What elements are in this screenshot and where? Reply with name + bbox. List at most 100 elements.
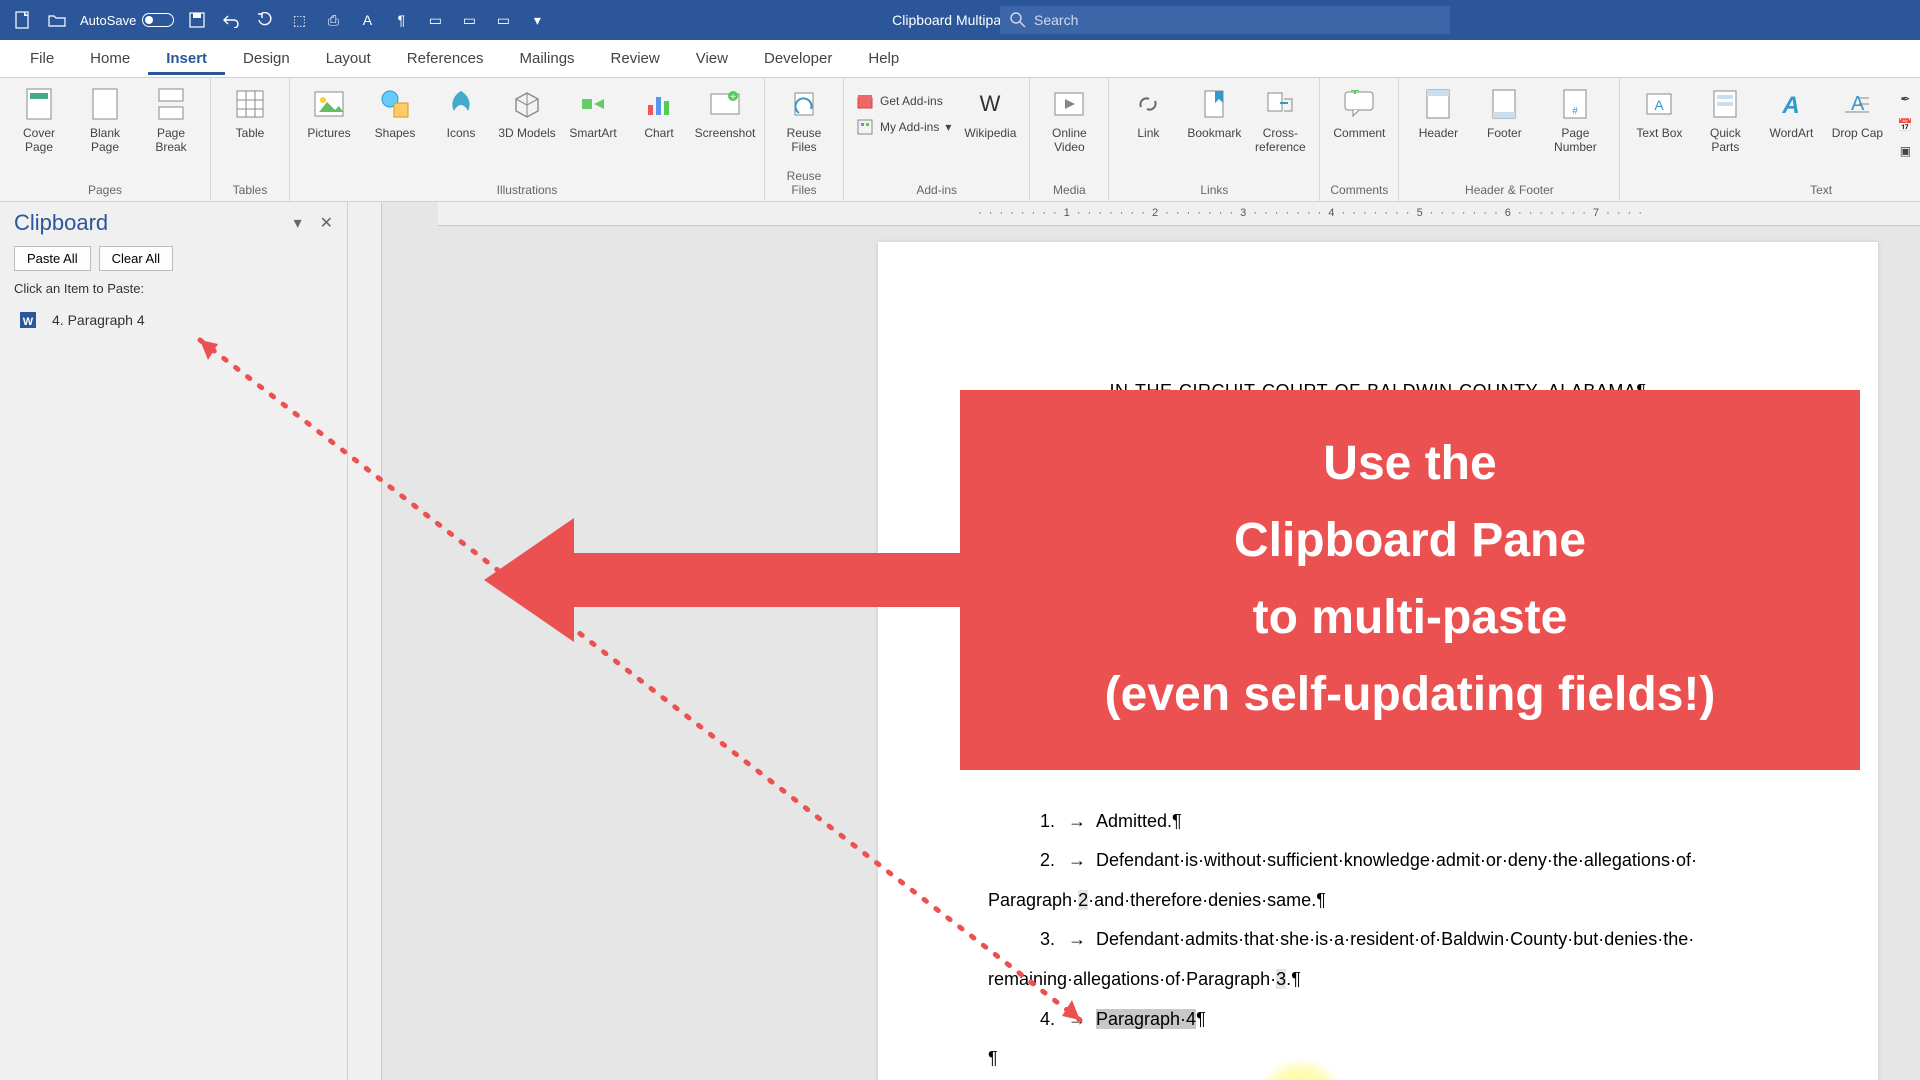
qat-more-icon[interactable]: ▾ (526, 9, 548, 31)
cover-page-button[interactable]: Cover Page (8, 82, 70, 158)
menu-bar: File Home Insert Design Layout Reference… (0, 40, 1920, 78)
svg-text:#: # (1573, 106, 1579, 117)
wordart-button[interactable]: AWordArt (1760, 82, 1822, 144)
clipboard-title: Clipboard (14, 210, 108, 236)
tab-review[interactable]: Review (593, 42, 678, 75)
my-addins-button[interactable]: My Add-ins ▾ (852, 116, 955, 138)
bookmark-button[interactable]: Bookmark (1183, 82, 1245, 144)
page-break-button[interactable]: Page Break (140, 82, 202, 158)
clipboard-options-icon[interactable]: ▾ (294, 213, 302, 233)
autosave-toggle[interactable]: AutoSave (80, 13, 174, 28)
tab-insert[interactable]: Insert (148, 42, 225, 75)
header-button[interactable]: Header (1407, 82, 1469, 144)
pictures-button[interactable]: Pictures (298, 82, 360, 144)
qat-icon-3[interactable]: A (356, 9, 378, 31)
footer-icon (1486, 86, 1522, 122)
blank-page-button[interactable]: Blank Page (74, 82, 136, 158)
link-button[interactable]: Link (1117, 82, 1179, 144)
list-item-2: 2.→ Defendant·is·without·sufficient·know… (1040, 841, 1768, 881)
group-label-media: Media (1038, 183, 1100, 199)
qat-icon-2[interactable]: ⎙ (322, 9, 344, 31)
group-label-addins: Add-ins (852, 183, 1021, 199)
date-time-button[interactable]: 📅Date & Time (1892, 114, 1920, 136)
qat-icon-1[interactable]: ⬚ (288, 9, 310, 31)
group-label-tables: Tables (219, 183, 281, 199)
svg-text:A: A (1782, 92, 1800, 119)
wikipedia-button[interactable]: WWikipedia (959, 82, 1021, 144)
ribbon-group-text: AText Box Quick Parts AWordArt ADrop Cap… (1620, 78, 1920, 201)
icons-icon (443, 86, 479, 122)
list-item-3: 3.→ Defendant·admits·that·she·is·a·resid… (1040, 920, 1768, 960)
clipboard-close-icon[interactable]: ✕ (320, 213, 333, 233)
clear-all-button[interactable]: Clear All (99, 246, 173, 271)
group-label-comments: Comments (1328, 183, 1390, 199)
ribbon-group-tables: Table Tables (211, 78, 290, 201)
open-icon[interactable] (46, 9, 68, 31)
group-label-text: Text (1628, 183, 1920, 199)
qat-icon-4[interactable]: ¶ (390, 9, 412, 31)
svg-text:W: W (23, 316, 34, 328)
annotation-callout: Use the Clipboard Pane to multi-paste (e… (960, 390, 1860, 770)
cover-page-icon (21, 86, 57, 122)
shapes-icon (377, 86, 413, 122)
annotation-arrow (554, 553, 964, 607)
paste-all-button[interactable]: Paste All (14, 246, 91, 271)
get-addins-button[interactable]: Get Add-ins (852, 90, 955, 112)
ribbon-group-illustrations: Pictures Shapes Icons 3D Models SmartArt… (290, 78, 765, 201)
redo-icon[interactable] (254, 9, 276, 31)
svg-text:A: A (1655, 97, 1665, 113)
ribbon-group-comments: Comment Comments (1320, 78, 1399, 201)
screenshot-button[interactable]: +Screenshot (694, 82, 756, 144)
bookmark-icon (1196, 86, 1232, 122)
qat-icon-7[interactable]: ▭ (492, 9, 514, 31)
tab-references[interactable]: References (389, 42, 502, 75)
quick-parts-button[interactable]: Quick Parts (1694, 82, 1756, 158)
wikipedia-icon: W (972, 86, 1008, 122)
text-box-button[interactable]: AText Box (1628, 82, 1690, 144)
clipboard-item[interactable]: W 4. Paragraph 4 (14, 304, 333, 336)
screenshot-icon: + (707, 86, 743, 122)
video-icon (1051, 86, 1087, 122)
icons-button[interactable]: Icons (430, 82, 492, 144)
3d-models-button[interactable]: 3D Models (496, 82, 558, 144)
clipboard-hint: Click an Item to Paste: (14, 281, 333, 296)
tab-file[interactable]: File (12, 42, 72, 75)
undo-icon[interactable] (220, 9, 242, 31)
comment-button[interactable]: Comment (1328, 82, 1390, 144)
title-bar: AutoSave ⬚ ⎙ A ¶ ▭ ▭ ▭ ▾ Clipboard Multi… (0, 0, 1920, 40)
ribbon-group-links: Link Bookmark Cross-reference Links (1109, 78, 1320, 201)
xref-icon (1262, 86, 1298, 122)
qat-icon-6[interactable]: ▭ (458, 9, 480, 31)
list-item-3-cont: remaining·allegations·of·Paragraph·3. (988, 960, 1768, 1000)
shapes-button[interactable]: Shapes (364, 82, 426, 144)
search-input[interactable] (1034, 12, 1440, 28)
footer-button[interactable]: Footer (1473, 82, 1535, 144)
online-video-button[interactable]: Online Video (1038, 82, 1100, 158)
empty-para (988, 1039, 1768, 1079)
word-doc-icon: W (18, 310, 38, 330)
tab-view[interactable]: View (678, 42, 746, 75)
qat-icon-5[interactable]: ▭ (424, 9, 446, 31)
new-doc-icon[interactable] (12, 9, 34, 31)
search-box[interactable] (1000, 6, 1450, 34)
reuse-files-button[interactable]: Reuse Files (773, 82, 835, 158)
save-icon[interactable] (186, 9, 208, 31)
drop-cap-button[interactable]: ADrop Cap (1826, 82, 1888, 144)
vertical-ruler[interactable] (348, 202, 382, 1080)
tab-home[interactable]: Home (72, 42, 148, 75)
cross-reference-button[interactable]: Cross-reference (1249, 82, 1311, 158)
object-button[interactable]: ▣Object ▾ (1892, 140, 1920, 162)
table-button[interactable]: Table (219, 82, 281, 144)
tab-developer[interactable]: Developer (746, 42, 850, 75)
page-number-button[interactable]: #Page Number (1539, 82, 1611, 158)
tab-help[interactable]: Help (850, 42, 917, 75)
tab-layout[interactable]: Layout (308, 42, 389, 75)
tab-design[interactable]: Design (225, 42, 308, 75)
search-icon (1010, 12, 1026, 28)
tab-mailings[interactable]: Mailings (502, 42, 593, 75)
smartart-button[interactable]: SmartArt (562, 82, 624, 144)
header-icon (1420, 86, 1456, 122)
horizontal-ruler[interactable]: · · · · · · · · 1 · · · · · · · 2 · · · … (438, 202, 1920, 226)
chart-button[interactable]: Chart (628, 82, 690, 144)
signature-line-button[interactable]: ✒Signature Line ▾ (1892, 88, 1920, 110)
